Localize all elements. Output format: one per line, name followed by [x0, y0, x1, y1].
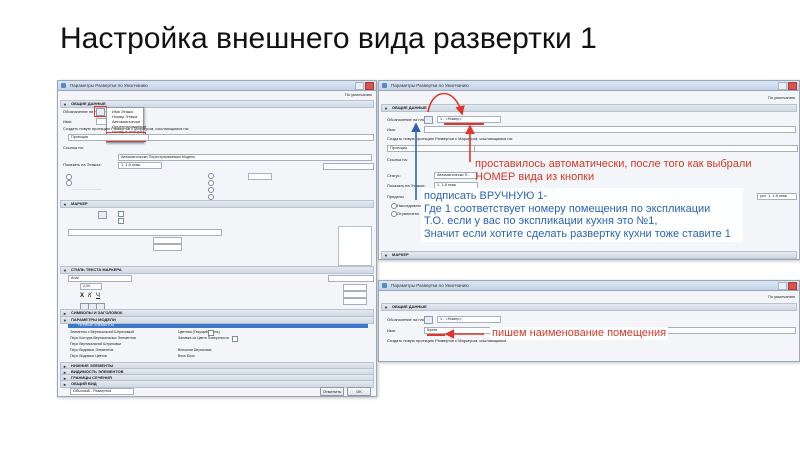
font-encoding-field[interactable] [328, 275, 374, 282]
section-marker[interactable]: ▼ МАРКЕР [60, 200, 374, 208]
bottom-right-settings-dialog: Параметры Развертки по Умолчанию По умол… [378, 280, 800, 362]
name-label: Имя: [63, 119, 72, 124]
app-icon [382, 83, 387, 88]
ref-field[interactable]: 1 - <Номер> [437, 116, 501, 123]
show-label: Показать на Этажах: [63, 162, 102, 167]
minimize-button[interactable] [778, 282, 787, 290]
section-text-style[interactable]: ▼ СТИЛЬ ТЕКСТА МАРКЕРА [60, 266, 374, 274]
model-row-label: Перо Видимых Цветов [70, 354, 107, 358]
default-label: По умолчанию [767, 95, 795, 100]
name-field[interactable] [424, 126, 796, 133]
model-row-label: Перо Видимых Элементов [70, 348, 114, 352]
status-label: Статус: [387, 173, 401, 178]
options-row [72, 185, 102, 190]
create-label: Создать новую проекцию Развертки с Марке… [387, 338, 507, 343]
dialog-titlebar[interactable]: Параметры Развертки по Умолчанию [58, 81, 376, 91]
close-button[interactable] [788, 82, 797, 90]
dialog-title: Параметры Развертки по Умолчанию [391, 283, 469, 288]
source-label: Ссылка на: [63, 145, 84, 150]
name-label: Имя: [387, 127, 396, 132]
main-settings-dialog: Параметры Развертки по Умолчанию По умол… [57, 80, 377, 397]
dialog-titlebar[interactable]: Параметры Развертки по Умолчанию [379, 281, 799, 291]
status-field[interactable]: Автоматически П... [434, 172, 478, 179]
ref-id-button[interactable] [424, 116, 433, 124]
app-icon [61, 83, 66, 88]
style-underline-icon[interactable]: Ч [96, 293, 100, 299]
close-button[interactable] [788, 282, 797, 290]
section-general[interactable]: ▼ ОБЩИЕ ДАННЫЕ [381, 104, 797, 112]
close-button[interactable] [365, 82, 374, 90]
radio-option-1[interactable] [208, 173, 214, 179]
cancel-button[interactable]: Отменить [320, 387, 344, 396]
marker-field[interactable] [68, 229, 222, 236]
create-label: Создать новую проекцию Развертки с Марке… [63, 126, 189, 131]
expand-arrow-icon: ▼ [63, 102, 67, 107]
radio-option-2[interactable] [208, 180, 214, 186]
section-marker[interactable]: ▼ МАРКЕР [381, 251, 797, 259]
subsection-title: ПЕРВЫЕ ЭЛЕМЕНТЫ [78, 323, 114, 327]
projection-wide-field[interactable] [474, 145, 798, 152]
marker-size-field[interactable] [153, 237, 182, 244]
default-label: По умолчанию [767, 294, 795, 299]
scale-field[interactable]: усл. 1, 1-й этаж [757, 193, 797, 200]
text-param-field-1[interactable] [343, 284, 367, 291]
text-param-field-2[interactable] [343, 291, 367, 298]
model-row-label: Перо Контура Вертикальных Элементов [70, 336, 136, 340]
dialog-title: Параметры Развертки по Умолчанию [391, 83, 469, 88]
annotation-name-note: пишем наименование помещения [490, 327, 669, 340]
font-field[interactable]: Arial [68, 275, 132, 282]
model-row-value: Заливка из Цвета Поверхности [178, 336, 229, 340]
dialog-titlebar[interactable]: Параметры Развертки по Умолчанию [379, 81, 799, 91]
section-general[interactable]: ▼ ОБЩИЕ ДАННЫЕ [381, 303, 797, 311]
ref-id-button[interactable] [424, 316, 433, 324]
checkbox-1[interactable] [118, 211, 124, 217]
ref-field-underline [444, 123, 484, 125]
font-size-field[interactable]: 2,00 [80, 283, 102, 290]
dialog-title: Параметры Развертки по Умолчанию [70, 83, 148, 88]
layer-field[interactable]: Обычный - Развертка [70, 388, 134, 395]
marker-type-button[interactable] [98, 211, 107, 219]
annotation-auto-note: проставилось автоматически, после того к… [475, 158, 752, 183]
name-label: Имя: [387, 328, 396, 333]
style-bold-icon[interactable]: Х [80, 293, 84, 299]
checkbox-2[interactable] [118, 218, 124, 224]
model-row-label: Перо Вертикальной Штриховки [70, 342, 121, 346]
ok-button[interactable]: OK [347, 387, 371, 396]
name-field-underline [427, 334, 445, 336]
create-label: Создать новую проекцию Развертки с Марке… [387, 136, 513, 141]
minimize-button[interactable] [355, 82, 364, 90]
show-label: Показать на Этажах: [387, 183, 426, 188]
model-row-value: Внешняя Штриховка [178, 348, 212, 352]
radio-inherit-label: Наследовать [397, 203, 422, 208]
show-field[interactable]: 1. 1-й этаж [118, 162, 162, 169]
style-italic-icon[interactable]: К [88, 293, 92, 299]
projection-wide-field[interactable] [148, 134, 374, 141]
ref-field[interactable]: 1 - <Номер> [437, 316, 501, 323]
slide-title: Настройка внешнего вида развертки 1 [60, 22, 597, 55]
limits-label: Пределы [387, 194, 404, 199]
radio-limited-label: Ограничено [397, 211, 420, 216]
model-row-value: Весь Блок [178, 354, 195, 358]
annotation-manual-note: подписать ВРУЧНУЮ 1- Где 1 соответствует… [424, 190, 731, 240]
app-icon [382, 283, 387, 288]
marker-preview [338, 226, 372, 266]
default-label: По умолчанию [344, 92, 372, 97]
text-param-field-3[interactable] [343, 298, 367, 305]
projection-field[interactable]: Проекция [387, 145, 481, 152]
source-label: Ссылка на: [387, 157, 408, 162]
minimize-button[interactable] [778, 82, 787, 90]
scale-field[interactable] [323, 163, 374, 170]
marker-size-field-2[interactable] [153, 244, 182, 251]
model-row-label: Элементы с Вертикальной Штриховкой [70, 330, 135, 334]
radio-option-3[interactable] [208, 187, 214, 193]
source-field[interactable]: Автоматически Перестраиваемая Модель [118, 154, 372, 161]
value-field[interactable] [248, 173, 272, 180]
model-checkbox[interactable] [232, 336, 238, 342]
